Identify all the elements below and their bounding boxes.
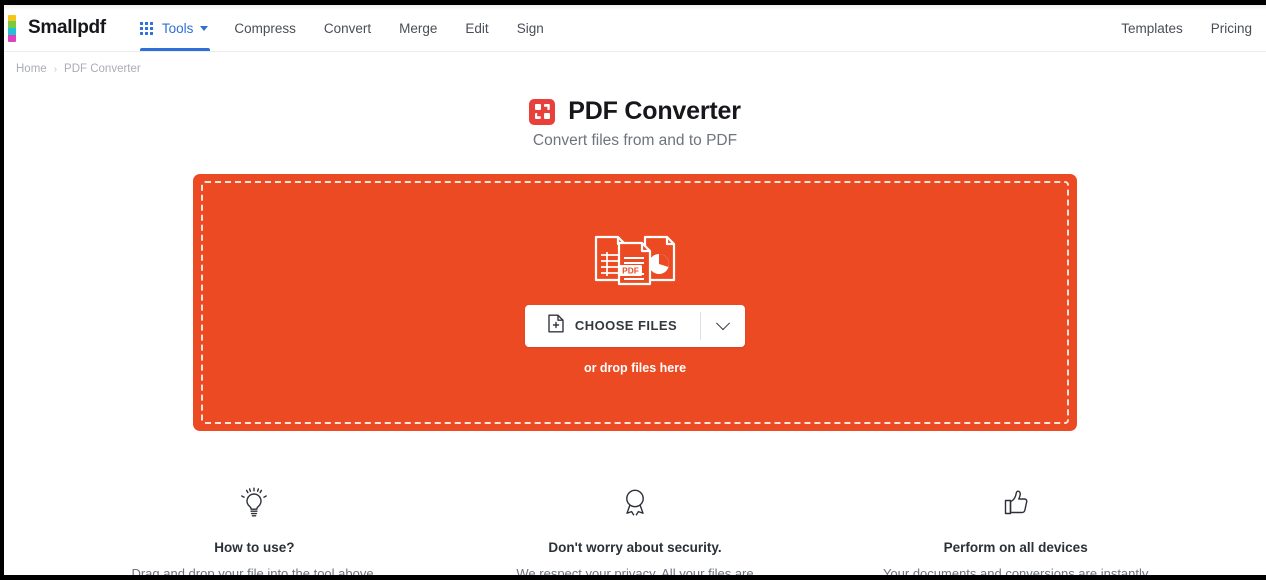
feature-desc: Your documents and conversions are insta… xyxy=(882,566,1149,575)
file-dropzone[interactable]: PDF CHOOSE FILES or drop files here xyxy=(193,174,1077,431)
nav-item-convert[interactable]: Convert xyxy=(310,5,385,51)
brand-name: Smallpdf xyxy=(28,17,106,38)
documents-pdf-illustration-icon: PDF xyxy=(590,231,680,289)
svg-text:PDF: PDF xyxy=(622,265,639,275)
breadcrumb-separator-icon: › xyxy=(53,63,58,75)
page-title: PDF Converter xyxy=(568,97,741,125)
hero-title-row: PDF Converter xyxy=(4,97,1266,126)
feature-security: Don't worry about security. We respect y… xyxy=(445,483,826,575)
nav-item-merge[interactable]: Merge xyxy=(385,5,451,51)
site-header: Smallpdf Tools Compress Convert Merge Ed… xyxy=(4,5,1266,52)
nav-item-compress[interactable]: Compress xyxy=(220,5,310,51)
feature-list: How to use? Drag and drop your file into… xyxy=(4,483,1266,575)
feature-title: Don't worry about security. xyxy=(548,540,722,555)
nav-item-sign[interactable]: Sign xyxy=(503,5,558,51)
screenshot-viewport: Smallpdf Tools Compress Convert Merge Ed… xyxy=(0,0,1266,580)
feature-all-devices: Perform on all devices Your documents an… xyxy=(825,483,1206,575)
nav-item-edit[interactable]: Edit xyxy=(451,5,502,51)
hero-header: PDF Converter Convert files from and to … xyxy=(4,97,1266,150)
choose-files-control: CHOOSE FILES xyxy=(524,304,746,347)
nav-item-pricing[interactable]: Pricing xyxy=(1197,5,1266,51)
page-root: Smallpdf Tools Compress Convert Merge Ed… xyxy=(4,5,1266,575)
thumbs-up-icon xyxy=(825,483,1206,523)
chevron-down-icon xyxy=(716,315,731,330)
breadcrumb-current: PDF Converter xyxy=(64,63,141,75)
choose-files-label: CHOOSE FILES xyxy=(574,318,678,333)
feature-title: How to use? xyxy=(214,540,295,555)
nav-item-tools-label: Tools xyxy=(161,20,194,36)
nav-item-tools[interactable]: Tools xyxy=(132,5,221,51)
grid-icon xyxy=(139,21,153,35)
drop-hint-text: or drop files here xyxy=(583,360,687,375)
chevron-down-icon xyxy=(200,25,209,31)
choose-files-dropdown-toggle[interactable] xyxy=(701,305,745,347)
feature-desc: We respect your privacy. All your files … xyxy=(516,566,754,575)
breadcrumb-home[interactable]: Home xyxy=(16,63,47,75)
nav-active-underline xyxy=(139,48,211,51)
feature-how-to-use: How to use? Drag and drop your file into… xyxy=(64,483,445,575)
secondary-nav: Templates Pricing xyxy=(1107,5,1266,51)
nav-item-templates[interactable]: Templates xyxy=(1107,5,1197,51)
pdf-converter-icon xyxy=(529,98,556,125)
award-ribbon-icon xyxy=(445,483,826,523)
feature-title: Perform on all devices xyxy=(943,540,1088,555)
brand-logo[interactable]: Smallpdf xyxy=(8,5,106,51)
feature-desc: Drag and drop your file into the tool ab… xyxy=(131,566,378,575)
logo-color-bars-icon xyxy=(8,14,16,42)
page-subtitle: Convert files from and to PDF xyxy=(532,132,738,149)
dropzone-content: PDF CHOOSE FILES or drop files here xyxy=(524,231,746,375)
choose-files-button[interactable]: CHOOSE FILES xyxy=(525,305,700,347)
main-nav: Tools Compress Convert Merge Edit Sign xyxy=(132,5,558,51)
file-plus-icon xyxy=(548,314,564,338)
breadcrumb: Home › PDF Converter xyxy=(4,52,1266,75)
lightbulb-icon xyxy=(64,483,445,523)
